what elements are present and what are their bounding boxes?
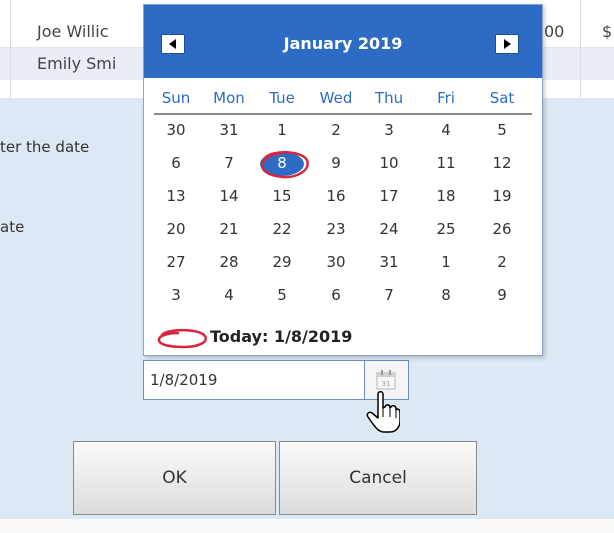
name-cell: Emily Smi (37, 54, 117, 73)
calendar-day[interactable]: 31 (209, 119, 249, 141)
triangle-right-icon (504, 39, 511, 49)
calendar-day[interactable]: 8 (426, 284, 466, 306)
calendar-day[interactable]: 9 (316, 152, 356, 174)
calendar-day[interactable]: 25 (426, 218, 466, 240)
partial-cell: $ (602, 22, 613, 41)
calendar-header: January 2019 (144, 5, 542, 78)
calendar-day[interactable]: 30 (316, 251, 356, 273)
weekday-divider (154, 113, 532, 115)
previous-month-button[interactable] (161, 34, 185, 54)
red-annotation-circle (157, 328, 207, 349)
weekday-header: Mon (213, 89, 245, 107)
month-title[interactable]: January 2019 (214, 34, 472, 53)
calendar-day[interactable]: 28 (209, 251, 249, 273)
calendar-day[interactable]: 1 (262, 119, 302, 141)
red-annotation-circle (260, 151, 309, 179)
calendar-day[interactable]: 6 (316, 284, 356, 306)
enter-date-label: ter the date (0, 138, 90, 156)
calendar-day[interactable]: 19 (482, 185, 522, 207)
calendar-day[interactable]: 7 (209, 152, 249, 174)
calendar-day[interactable]: 7 (369, 284, 409, 306)
calendar-day[interactable]: 2 (316, 119, 356, 141)
calendar-day[interactable]: 5 (262, 284, 302, 306)
column-divider (580, 0, 581, 98)
weekday-header: Sat (489, 89, 515, 107)
name-cell: Joe Willic (37, 22, 109, 41)
calendar-day[interactable]: 22 (262, 218, 302, 240)
partial-cell: 00 (544, 22, 565, 41)
weekday-header: Wed (319, 89, 353, 107)
calendar-day[interactable]: 6 (156, 152, 196, 174)
calendar-day[interactable]: 4 (426, 119, 466, 141)
dialog-bottom-strip (0, 519, 614, 533)
calendar-popup: January 2019 Sun Mon Tue Wed Thu Fri Sat 30 31 1… (143, 4, 543, 356)
calendar-day[interactable]: 31 (369, 251, 409, 273)
next-month-button[interactable] (495, 34, 519, 54)
calendar-day[interactable]: 30 (156, 119, 196, 141)
calendar-day[interactable]: 18 (426, 185, 466, 207)
today-label: Today: 1/8/2019 (210, 327, 353, 346)
calendar-day[interactable]: 15 (262, 185, 302, 207)
svg-text:31: 31 (382, 380, 391, 388)
date-input[interactable] (143, 360, 365, 400)
calendar-icon: 31 (376, 370, 396, 390)
calendar-day[interactable]: 10 (369, 152, 409, 174)
cancel-button[interactable]: Cancel (279, 441, 477, 515)
calendar-day[interactable]: 14 (209, 185, 249, 207)
weekday-header: Sun (161, 89, 191, 107)
calendar-day[interactable]: 4 (209, 284, 249, 306)
calendar-day[interactable]: 12 (482, 152, 522, 174)
calendar-day[interactable]: 20 (156, 218, 196, 240)
calendar-day[interactable]: 2 (482, 251, 522, 273)
weekday-header: Tue (269, 89, 295, 107)
weekday-header: Thu (374, 89, 404, 107)
date-label: ate (0, 218, 25, 236)
triangle-left-icon (169, 39, 176, 49)
calendar-day[interactable]: 21 (209, 218, 249, 240)
ok-button[interactable]: OK (73, 441, 276, 515)
calendar-day[interactable]: 9 (482, 284, 522, 306)
calendar-day[interactable]: 23 (316, 218, 356, 240)
calendar-day[interactable]: 3 (156, 284, 196, 306)
calendar-day[interactable]: 1 (426, 251, 466, 273)
calendar-day[interactable]: 16 (316, 185, 356, 207)
calendar-day[interactable]: 13 (156, 185, 196, 207)
calendar-day[interactable]: 17 (369, 185, 409, 207)
calendar-day[interactable]: 26 (482, 218, 522, 240)
hand-cursor-icon (366, 391, 400, 433)
today-link[interactable]: Today: 1/8/2019 (156, 325, 536, 351)
weekday-header: Fri (437, 89, 455, 107)
calendar-day[interactable]: 27 (156, 251, 196, 273)
calendar-day[interactable]: 5 (482, 119, 522, 141)
column-divider (10, 0, 11, 98)
calendar-day[interactable]: 11 (426, 152, 466, 174)
calendar-day[interactable]: 3 (369, 119, 409, 141)
calendar-day[interactable]: 29 (262, 251, 302, 273)
calendar-day[interactable]: 24 (369, 218, 409, 240)
